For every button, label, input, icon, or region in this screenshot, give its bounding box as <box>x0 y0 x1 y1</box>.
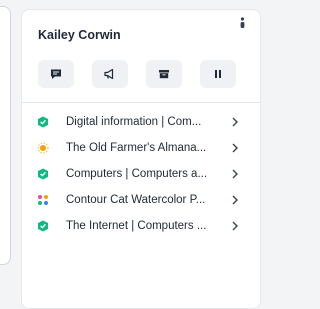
history-list: Digital information | Com... The Old Far… <box>22 110 260 240</box>
colorful-dots-icon <box>38 195 48 205</box>
pause-icon <box>215 70 221 78</box>
history-item[interactable]: Contour Cat Watercolor P... <box>22 188 260 212</box>
orange-sun-icon <box>37 142 49 154</box>
divider <box>22 102 260 103</box>
history-item-label: The Internet | Computers ... <box>66 220 207 232</box>
history-item[interactable]: Digital information | Com... <box>22 110 260 134</box>
history-item-label: Computers | Computers a... <box>66 168 208 180</box>
announce-button[interactable] <box>92 60 128 88</box>
left-panel <box>0 6 11 265</box>
chat-icon <box>51 69 61 79</box>
user-icon[interactable] <box>240 16 245 30</box>
chat-button[interactable] <box>38 60 74 88</box>
contact-name: Kailey Corwin <box>38 28 121 42</box>
history-item[interactable]: The Old Farmer's Almana... <box>22 136 260 160</box>
chevron-right-icon <box>232 117 238 127</box>
archive-button[interactable] <box>146 60 182 88</box>
green-badge-icon <box>38 116 48 128</box>
chevron-right-icon <box>232 221 238 231</box>
history-item-label: Contour Cat Watercolor P... <box>66 194 206 206</box>
history-item[interactable]: Computers | Computers a... <box>22 162 260 186</box>
history-item-label: The Old Farmer's Almana... <box>66 142 207 154</box>
history-item[interactable]: The Internet | Computers ... <box>22 214 260 238</box>
green-badge-icon <box>38 168 48 180</box>
pause-button[interactable] <box>200 60 236 88</box>
green-badge-icon <box>38 220 48 232</box>
contact-card: Kailey Corwin Digital information | Com.… <box>21 9 261 309</box>
archive-icon <box>159 70 169 79</box>
chevron-right-icon <box>232 169 238 179</box>
chevron-right-icon <box>232 143 238 153</box>
megaphone-icon <box>104 68 114 80</box>
chevron-right-icon <box>232 195 238 205</box>
history-item-label: Digital information | Com... <box>66 116 202 128</box>
